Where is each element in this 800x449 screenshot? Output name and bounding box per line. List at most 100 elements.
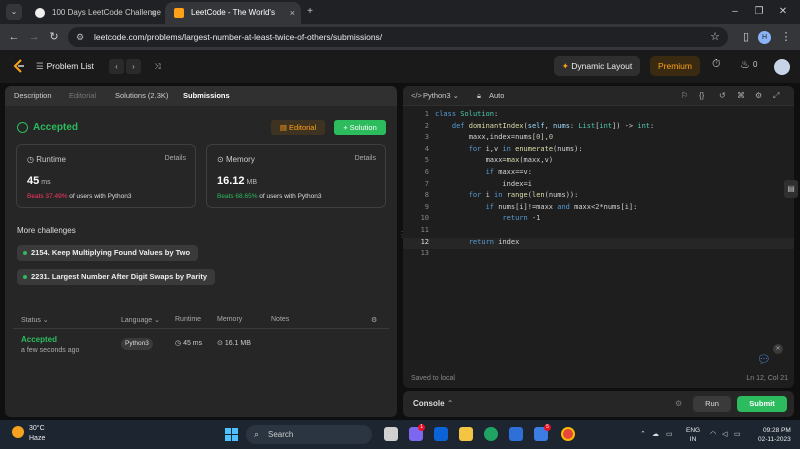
- memory-details-link[interactable]: Details: [355, 155, 376, 162]
- browser-tab-2-active[interactable]: LeetCode - The World's Leadin ×: [165, 2, 301, 39]
- language-select[interactable]: Python3 ⌄: [423, 86, 459, 106]
- chip-icon: ⊙: [217, 155, 226, 164]
- volume-icon[interactable]: ◁: [722, 420, 727, 449]
- memory-card[interactable]: ⊙ Memory Details 16.12 MB Beats 68.65% of…: [206, 144, 386, 208]
- sidepanel-icon[interactable]: ▯: [738, 29, 754, 45]
- omnibox[interactable]: ⚙ leetcode.com/problems/largest-number-a…: [68, 27, 728, 47]
- shortcut-icon[interactable]: ⌘: [737, 91, 745, 100]
- settings-icon[interactable]: ⚙: [755, 91, 762, 100]
- bookmark-icon[interactable]: ⚐: [681, 91, 688, 100]
- prev-problem-button[interactable]: ‹: [109, 59, 124, 74]
- input-language[interactable]: ENG IN: [686, 426, 700, 444]
- runtime-card[interactable]: ◷ Runtime Details 45 ms Beats 37.49% of u…: [16, 144, 196, 208]
- console-toggle[interactable]: Console ⌃: [413, 391, 454, 417]
- next-problem-button[interactable]: ›: [126, 59, 141, 74]
- problem-list-link[interactable]: ☰ Problem List: [36, 50, 94, 83]
- file-explorer-icon[interactable]: [459, 427, 473, 441]
- code-line: 3 maxx,index=nums[0],0: [424, 133, 554, 142]
- url-text[interactable]: leetcode.com/problems/largest-number-at-…: [94, 27, 382, 47]
- editorial-button[interactable]: ▤ Editorial: [271, 120, 325, 135]
- col-notes: Notes: [271, 316, 290, 323]
- col-status[interactable]: Status ⌄: [21, 316, 49, 324]
- streak-count: 0: [753, 60, 758, 69]
- submissions-panel: Description Editorial Solutions (2.3K) S…: [5, 86, 397, 417]
- bookmark-star-icon[interactable]: ☆: [710, 27, 720, 47]
- runtime-title: ◷ Runtime: [27, 155, 66, 164]
- windows-taskbar: 30°C Haze ⌕ Search 1 5 ⌃ ☁ ▭ ENG IN ◠ ◁ ▭ …: [0, 420, 800, 449]
- edge-icon[interactable]: [484, 427, 498, 441]
- col-memory: Memory: [217, 316, 243, 323]
- code-area[interactable]: 1 class Solution: 2 def dominantIndex(sel…: [403, 110, 794, 261]
- streak-flame-icon[interactable]: ♨: [740, 58, 750, 71]
- chrome-icon[interactable]: [561, 427, 575, 441]
- editor-toolbar: </> Python3 ⌄ 🔒︎ Auto ⚐ {} ↺ ⌘ ⚙ ⤢: [403, 86, 794, 106]
- battery-icon[interactable]: ▭: [734, 420, 741, 449]
- weather-widget[interactable]: 30°C Haze: [12, 424, 45, 444]
- challenge-chip[interactable]: 2231. Largest Number After Digit Swaps b…: [17, 269, 216, 285]
- windows-start-icon[interactable]: [225, 428, 238, 441]
- new-tab-button[interactable]: +: [301, 3, 319, 21]
- table-divider: [13, 328, 389, 329]
- notification-badge: 1: [418, 424, 425, 431]
- code-line: 9 if nums[i]!=maxx and maxx<2*nums[i]:: [424, 202, 638, 211]
- fullscreen-icon[interactable]: ⤢: [773, 91, 779, 101]
- timer-icon[interactable]: ⏱: [712, 58, 721, 71]
- temperature: 30°C: [29, 425, 45, 432]
- network-icon[interactable]: ▭: [666, 420, 673, 449]
- tab-solutions[interactable]: Solutions (2.3K): [115, 86, 168, 106]
- leetcode-logo-icon[interactable]: [12, 59, 26, 73]
- table-settings-icon[interactable]: ⚙: [371, 316, 377, 324]
- row-status-link[interactable]: Accepted: [21, 335, 57, 344]
- haze-weather-icon: [12, 426, 24, 438]
- store-icon[interactable]: [509, 427, 523, 441]
- code-line-current: 12 return index: [403, 237, 794, 250]
- challenge-chip[interactable]: 2154. Keep Multiplying Found Values by T…: [17, 245, 199, 261]
- close-window-icon[interactable]: ✕: [774, 3, 792, 21]
- dynamic-layout-button[interactable]: ✦ Dynamic Layout: [554, 56, 640, 76]
- reload-icon[interactable]: ↻: [46, 29, 62, 45]
- dropbox-icon[interactable]: [434, 427, 448, 441]
- tray-overflow-icon[interactable]: ⌃: [640, 420, 646, 449]
- tab-description[interactable]: Description: [14, 86, 52, 106]
- chat-bubble-icon[interactable]: 💬︎: [757, 353, 773, 369]
- close-tab-icon[interactable]: ×: [151, 2, 156, 24]
- restore-icon[interactable]: ❐: [750, 3, 768, 21]
- cloud-icon[interactable]: ☁: [652, 420, 659, 449]
- close-tab-icon[interactable]: ×: [290, 2, 295, 24]
- reset-icon[interactable]: ↺: [719, 91, 726, 100]
- submit-button[interactable]: Submit: [737, 396, 787, 412]
- tab-favicon-icon: [35, 8, 45, 18]
- tab-submissions[interactable]: Submissions: [183, 86, 230, 106]
- tab-editorial[interactable]: Editorial: [69, 86, 96, 106]
- debug-icon[interactable]: ⚙: [675, 399, 682, 408]
- code-line: 13: [420, 249, 429, 258]
- col-language[interactable]: Language ⌄: [121, 316, 160, 324]
- wifi-icon[interactable]: ◠: [710, 420, 716, 449]
- notes-side-icon[interactable]: ▤: [784, 180, 798, 198]
- back-icon[interactable]: ←: [6, 29, 22, 45]
- code-line: 5 maxx=max(maxx,v): [424, 156, 554, 165]
- forward-icon[interactable]: →: [26, 29, 42, 45]
- memory-beats: Beats 68.65% of users with Python3: [217, 193, 322, 200]
- site-info-icon[interactable]: ⚙: [76, 31, 88, 43]
- auto-mode[interactable]: Auto: [489, 86, 504, 106]
- user-avatar[interactable]: [774, 59, 790, 75]
- premium-button[interactable]: Premium: [650, 56, 700, 76]
- task-view-icon[interactable]: [384, 427, 398, 441]
- run-button[interactable]: Run: [693, 396, 731, 412]
- braces-icon[interactable]: {}: [699, 91, 704, 100]
- random-problem-icon[interactable]: ⤨: [150, 59, 165, 74]
- code-line: 6 if maxx==v:: [424, 167, 532, 176]
- tab-search-icon[interactable]: ⌄: [6, 4, 22, 20]
- runtime-details-link[interactable]: Details: [165, 155, 186, 162]
- post-solution-button[interactable]: + Solution: [334, 120, 386, 135]
- taskbar-search[interactable]: ⌕ Search: [246, 425, 372, 444]
- code-editor-panel: </> Python3 ⌄ 🔒︎ Auto ⚐ {} ↺ ⌘ ⚙ ⤢ 1 clas…: [403, 86, 794, 388]
- menu-kebab-icon[interactable]: ⋮: [778, 29, 794, 45]
- system-clock[interactable]: 09:28 PM 02-11-2023: [758, 426, 791, 444]
- profile-avatar[interactable]: H: [758, 31, 771, 44]
- browser-tab-1[interactable]: 100 Days LeetCode Challenge ×: [26, 2, 162, 24]
- row-memory: ⊙ 16.1 MB: [217, 340, 251, 347]
- close-chat-icon[interactable]: ✕: [773, 344, 783, 354]
- minimize-icon[interactable]: –: [726, 3, 744, 21]
